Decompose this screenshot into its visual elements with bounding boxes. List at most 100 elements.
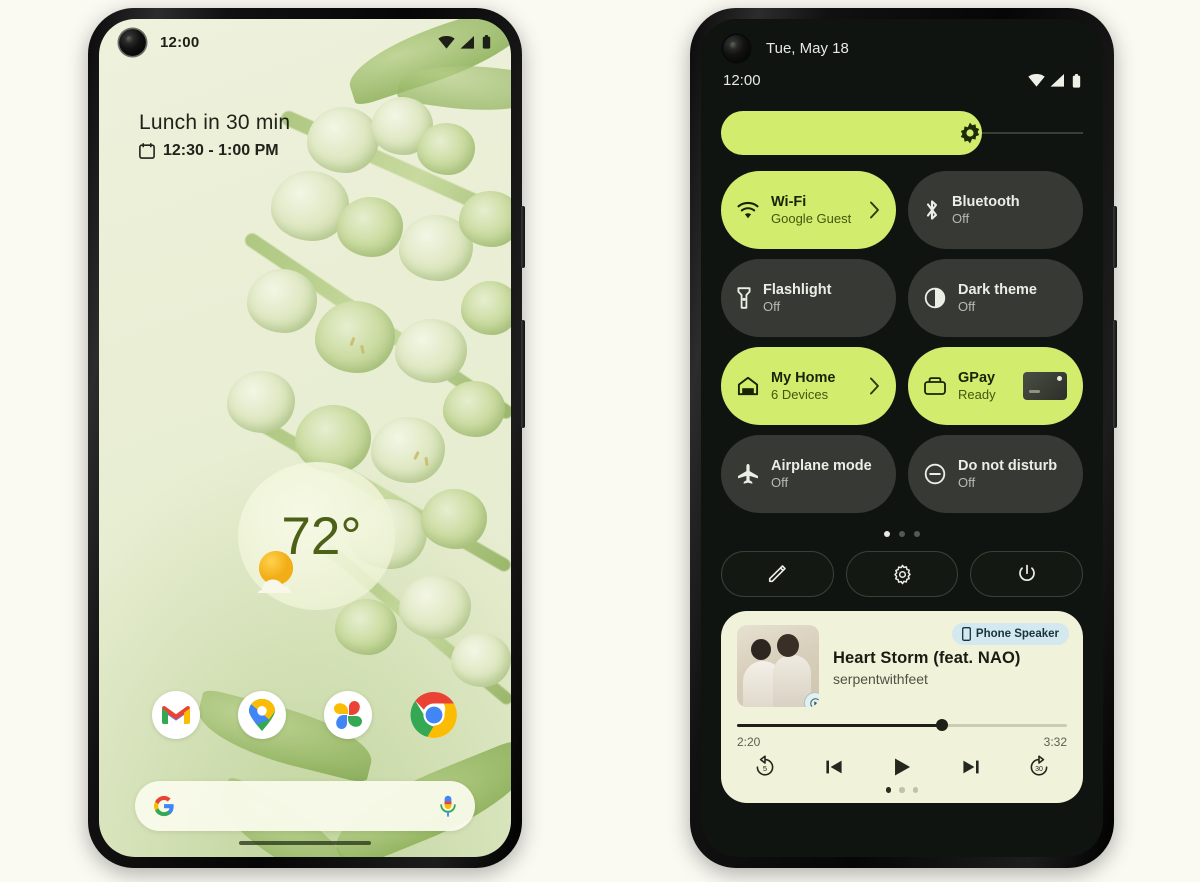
tile-label: Bluetooth <box>952 193 1020 210</box>
brightness-fill <box>721 111 982 155</box>
page-dot[interactable] <box>884 531 890 537</box>
calendar-widget[interactable]: Lunch in 30 min 12:30 - 1:00 PM <box>139 111 290 160</box>
page-dot[interactable] <box>914 531 920 537</box>
media-page-dots[interactable] <box>737 787 1067 793</box>
quick-settings-actions <box>721 551 1084 597</box>
power-side-button-2[interactable] <box>1113 206 1117 268</box>
power-button[interactable] <box>970 551 1084 597</box>
pixel-phone-home: 12:00 Lunch in 30 min 12:30 - 1:00 PM 72… <box>88 8 525 868</box>
qs-status-icons <box>1028 73 1081 88</box>
forward-30-icon[interactable]: 30 <box>1027 755 1051 779</box>
quick-settings-display: Tue, May 18 12:00 Wi-Fi Google Guest Blu… <box>701 19 1103 857</box>
tile-label: My Home <box>771 369 836 386</box>
replay-5-icon[interactable]: 5 <box>753 755 777 779</box>
wifi-icon <box>737 201 759 219</box>
gpay-card-thumbnail <box>1023 372 1067 400</box>
app-icon-photos[interactable] <box>324 691 372 739</box>
media-output-label: Phone Speaker <box>975 628 1059 640</box>
status-bar-clock: 12:00 <box>160 33 200 51</box>
tile-label: Do not disturb <box>958 457 1058 474</box>
quick-settings-screen: Tue, May 18 12:00 Wi-Fi Google Guest Blu… <box>701 19 1103 857</box>
home-status-bar: 12:00 <box>99 19 511 65</box>
maps-icon <box>249 699 275 731</box>
play-badge-icon[interactable] <box>804 692 819 707</box>
partly-sunny-icon <box>258 551 293 593</box>
settings-button[interactable] <box>845 551 959 597</box>
qs-status-bar: 12:00 <box>701 62 1103 89</box>
tile-dark-theme[interactable]: Dark theme Off <box>908 259 1083 337</box>
weather-widget[interactable]: 72° <box>238 462 395 610</box>
tile-wifi[interactable]: Wi-Fi Google Guest <box>721 171 896 249</box>
app-icon-maps[interactable] <box>238 691 286 739</box>
google-search-bar[interactable] <box>135 781 475 831</box>
tile-flashlight[interactable]: Flashlight Off <box>721 259 896 337</box>
chevron-right-icon[interactable] <box>869 377 880 395</box>
tile-label: Flashlight <box>763 281 832 298</box>
brightness-slider[interactable] <box>721 111 1083 155</box>
qs-status-clock: 12:00 <box>723 72 761 89</box>
tile-bluetooth[interactable]: Bluetooth Off <box>908 171 1083 249</box>
media-page-dot[interactable] <box>885 787 892 793</box>
photos-icon <box>334 701 362 729</box>
signal-icon <box>1050 74 1064 87</box>
screenshot-stage: 12:00 Lunch in 30 min 12:30 - 1:00 PM 72… <box>0 0 1200 882</box>
battery-icon <box>1072 73 1081 88</box>
edit-tiles-button[interactable] <box>721 551 834 597</box>
wallet-icon <box>924 377 946 395</box>
power-icon <box>1018 564 1035 582</box>
previous-icon[interactable] <box>823 756 845 778</box>
quick-settings-page-dots[interactable] <box>701 531 1103 537</box>
volume-side-button[interactable] <box>521 320 525 428</box>
tile-sublabel: Off <box>771 474 789 490</box>
gear-icon <box>893 564 911 584</box>
tile-sublabel: Off <box>958 474 976 490</box>
status-bar-icons <box>438 35 491 49</box>
tile-label: Wi-Fi <box>771 193 807 210</box>
search-input[interactable] <box>175 781 439 831</box>
tile-label: Dark theme <box>958 281 1037 298</box>
gesture-nav-pill[interactable] <box>239 841 371 845</box>
tile-my-home[interactable]: My Home 6 Devices <box>721 347 896 425</box>
qs-date: Tue, May 18 <box>766 40 849 57</box>
media-output-chip[interactable]: Phone Speaker <box>951 623 1069 645</box>
tile-label: Airplane mode <box>771 457 872 474</box>
pixel-phone-quick-settings: Tue, May 18 12:00 Wi-Fi Google Guest Blu… <box>690 8 1117 868</box>
tile-sublabel: Off <box>958 298 976 314</box>
tile-sublabel: 6 Devices <box>771 386 829 402</box>
chevron-right-icon[interactable] <box>869 201 880 219</box>
microphone-icon[interactable] <box>439 795 457 817</box>
media-player-card[interactable]: Phone Speaker Heart Storm (feat. NAO) se… <box>721 611 1083 803</box>
phone-speaker-icon <box>961 627 971 641</box>
seek-knob[interactable] <box>935 719 948 731</box>
next-icon[interactable] <box>960 756 982 778</box>
media-artist: serpentwithfeet <box>833 671 928 687</box>
app-icon-gmail[interactable] <box>152 691 200 739</box>
app-icon-chrome[interactable] <box>410 691 458 739</box>
tile-do-not-disturb[interactable]: Do not disturb Off <box>908 435 1083 513</box>
media-page-dot[interactable] <box>912 787 919 793</box>
svg-text:5: 5 <box>763 764 767 773</box>
calendar-widget-title: Lunch in 30 min <box>139 111 291 134</box>
media-page-dot[interactable] <box>899 787 905 793</box>
home-screen-display: 12:00 Lunch in 30 min 12:30 - 1:00 PM 72… <box>99 19 511 857</box>
tile-gpay[interactable]: GPay Ready <box>908 347 1083 425</box>
wifi-icon <box>1028 74 1045 87</box>
page-dot[interactable] <box>899 531 905 537</box>
svg-text:30: 30 <box>1035 766 1043 773</box>
play-icon[interactable] <box>890 755 914 779</box>
tile-label: GPay <box>958 369 996 386</box>
brightness-icon <box>960 122 979 144</box>
power-side-button[interactable] <box>521 206 525 268</box>
media-seek-bar[interactable] <box>737 719 1067 731</box>
media-duration: 3:32 <box>1043 735 1067 749</box>
media-controls: 5 30 <box>737 751 1067 779</box>
airplane-icon <box>738 464 758 484</box>
calendar-icon <box>139 143 155 159</box>
google-g-icon <box>154 795 174 817</box>
chrome-icon <box>410 691 457 738</box>
signal-icon <box>460 35 474 49</box>
home-icon <box>737 376 759 396</box>
tile-airplane-mode[interactable]: Airplane mode Off <box>721 435 896 513</box>
quick-settings-tiles: Wi-Fi Google Guest Bluetooth Off Flashli… <box>721 171 1083 513</box>
volume-side-button-2[interactable] <box>1113 320 1117 428</box>
